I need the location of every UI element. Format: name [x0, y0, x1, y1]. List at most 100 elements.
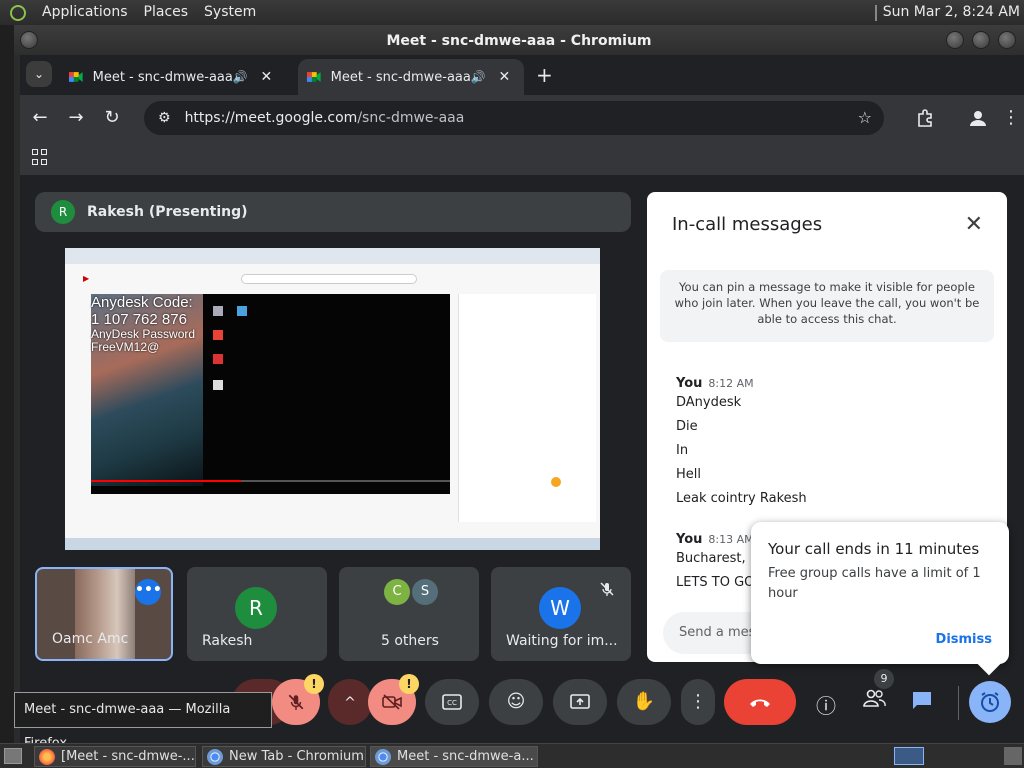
chromium-icon: [375, 748, 391, 765]
bookmark-star-icon[interactable]: ☆: [858, 108, 872, 127]
window-menu-icon[interactable]: [20, 31, 38, 49]
meeting-details-icon[interactable]: ⓘ: [814, 690, 838, 719]
shared-screen[interactable]: ▶ Anydesk Code: 1 107 762 876 AnyDesk Pa…: [65, 248, 600, 550]
tile-self[interactable]: ••• Oamc Amc: [35, 567, 173, 661]
taskbar-item-firefox[interactable]: [Meet - snc-dmwe-...: [34, 746, 196, 767]
participant-name: Waiting for im...: [506, 633, 618, 649]
minimize-icon[interactable]: [946, 31, 964, 49]
bottom-taskbar: [Meet - snc-dmwe-... New Tab - Chromium …: [0, 743, 1024, 768]
people-group-icon: [863, 689, 886, 707]
people-count-badge: 9: [874, 669, 894, 689]
toast-body: Free group calls have a limit of 1 hour: [768, 566, 981, 601]
tab-meet-2[interactable]: Meet - snc-dmwe-aaa 🔊 ✕: [298, 59, 524, 95]
window-titlebar[interactable]: Meet - snc-dmwe-aaa - Chromium: [14, 25, 1024, 55]
workspace-switcher-icon[interactable]: [1004, 747, 1022, 765]
call-timer-button[interactable]: [969, 681, 1011, 723]
more-options-button[interactable]: ⋮: [681, 679, 715, 725]
message-time: 8:13 AM: [708, 533, 754, 546]
presenter-avatar: R: [51, 200, 75, 224]
tab-close-icon[interactable]: ✕: [498, 69, 516, 85]
alarm-clock-icon: [981, 692, 999, 712]
svg-text:CC: CC: [447, 699, 457, 707]
back-arrow-icon[interactable]: ←: [28, 106, 52, 130]
video-progress-bar: [91, 480, 450, 482]
apps-grid-icon[interactable]: [32, 149, 48, 165]
chromium-icon: [207, 748, 223, 765]
tile-waiting[interactable]: W Waiting for im...: [491, 567, 631, 661]
tab-title: Meet - snc-dmwe-aaa: [92, 69, 233, 85]
chrome-menu-icon[interactable]: ⋮: [1002, 106, 1020, 130]
tile-others[interactable]: C S 5 others: [339, 567, 479, 661]
tile-rakesh[interactable]: R Rakesh: [187, 567, 327, 661]
speaker-icon[interactable]: 🔊: [233, 70, 251, 84]
close-chat-icon[interactable]: ✕: [965, 212, 983, 237]
chat-title: In-call messages: [672, 214, 823, 235]
google-meet-icon: [306, 72, 321, 82]
chat-icon[interactable]: [910, 690, 934, 715]
hand-icon: ✋: [632, 691, 656, 712]
url-path: /snc-dmwe-aaa: [357, 110, 465, 126]
tab-close-icon[interactable]: ✕: [260, 69, 278, 85]
control-divider: [958, 686, 959, 720]
message-time: 8:12 AM: [708, 377, 754, 390]
shared-sidebar: [458, 294, 596, 522]
top-panel: Applications Places System Sun Mar 2, 8:…: [0, 0, 1024, 25]
present-now-button[interactable]: [553, 679, 607, 725]
taskbar-item-label: Meet - snc-dmwe-a...: [397, 749, 534, 764]
desktop-file-icon: [213, 306, 223, 316]
speaker-icon[interactable]: 🔊: [471, 70, 489, 84]
anydesk-overlay: Anydesk Code: 1 107 762 876 AnyDesk Pass…: [91, 294, 195, 354]
reload-icon[interactable]: ↻: [100, 106, 124, 130]
chevron-up-icon: ^: [344, 695, 356, 711]
window-title: Meet - snc-dmwe-aaa - Chromium: [386, 33, 652, 49]
dismiss-button[interactable]: Dismiss: [936, 632, 992, 647]
people-icon[interactable]: [860, 688, 888, 713]
address-bar[interactable]: ⚙ https://meet.google.com/snc-dmwe-aaa ☆: [144, 101, 884, 135]
chat-bubble-icon: [913, 692, 931, 709]
anydesk-code-label: Anydesk Code:: [91, 294, 193, 311]
profile-icon[interactable]: [968, 108, 988, 128]
show-desktop-icon[interactable]: [4, 748, 22, 764]
tab-meet-1[interactable]: Meet - snc-dmwe-aaa 🔊 ✕: [60, 59, 286, 95]
leave-call-button[interactable]: [724, 679, 796, 725]
raise-hand-button[interactable]: ✋: [617, 679, 671, 725]
others-count-label: 5 others: [381, 633, 439, 649]
participant-name: Oamc Amc: [52, 631, 129, 647]
shared-search-box: [241, 274, 417, 284]
more-options-icon[interactable]: •••: [135, 579, 162, 605]
applications-menu[interactable]: Applications: [42, 0, 128, 25]
taskbar-item-chromium-meet[interactable]: Meet - snc-dmwe-a...: [370, 746, 538, 767]
mic-off-icon: [600, 582, 614, 596]
tray-chromium-icon[interactable]: [894, 747, 924, 765]
clock[interactable]: Sun Mar 2, 8:24 AM: [883, 0, 1020, 25]
captions-button[interactable]: CC: [425, 679, 479, 725]
tab-search-chevron-icon[interactable]: ⌄: [26, 61, 52, 87]
message-group: You 8:12 AM DAnydesk Die In Hell Leak coi…: [676, 372, 807, 511]
message-text: Hell: [676, 467, 701, 482]
pin-notice: You can pin a message to make it visible…: [660, 270, 994, 342]
site-info-icon[interactable]: ⚙: [158, 110, 171, 126]
new-tab-plus-icon[interactable]: +: [536, 63, 553, 87]
distro-logo-icon[interactable]: [10, 4, 26, 21]
firefox-icon: [39, 748, 55, 765]
taskbar-item-chromium-newtab[interactable]: New Tab - Chromium: [202, 746, 366, 767]
mic-warning-icon: !: [304, 674, 324, 694]
taskbar-item-label: New Tab - Chromium: [229, 749, 364, 764]
extensions-puzzle-icon[interactable]: [916, 109, 934, 127]
shared-browser-tabbar: [65, 248, 600, 264]
message-text: DAnydesk: [676, 395, 742, 410]
google-meet-icon: [68, 72, 83, 82]
reactions-button[interactable]: ☺: [489, 679, 543, 725]
camera-options-button[interactable]: ^: [328, 679, 372, 725]
participant-avatar: R: [235, 587, 277, 629]
mic-off-icon: [288, 694, 304, 710]
places-menu[interactable]: Places: [144, 0, 189, 25]
system-menu[interactable]: System: [204, 0, 256, 25]
browser-toolbar: ← → ↻ ⚙ https://meet.google.com/snc-dmwe…: [20, 95, 1024, 141]
forward-arrow-icon[interactable]: →: [64, 106, 88, 130]
more-vert-icon: ⋮: [689, 691, 707, 712]
close-window-icon[interactable]: [998, 31, 1016, 49]
maximize-icon[interactable]: [972, 31, 990, 49]
message-text: Die: [676, 419, 698, 434]
desktop-document-icon: [213, 380, 223, 390]
